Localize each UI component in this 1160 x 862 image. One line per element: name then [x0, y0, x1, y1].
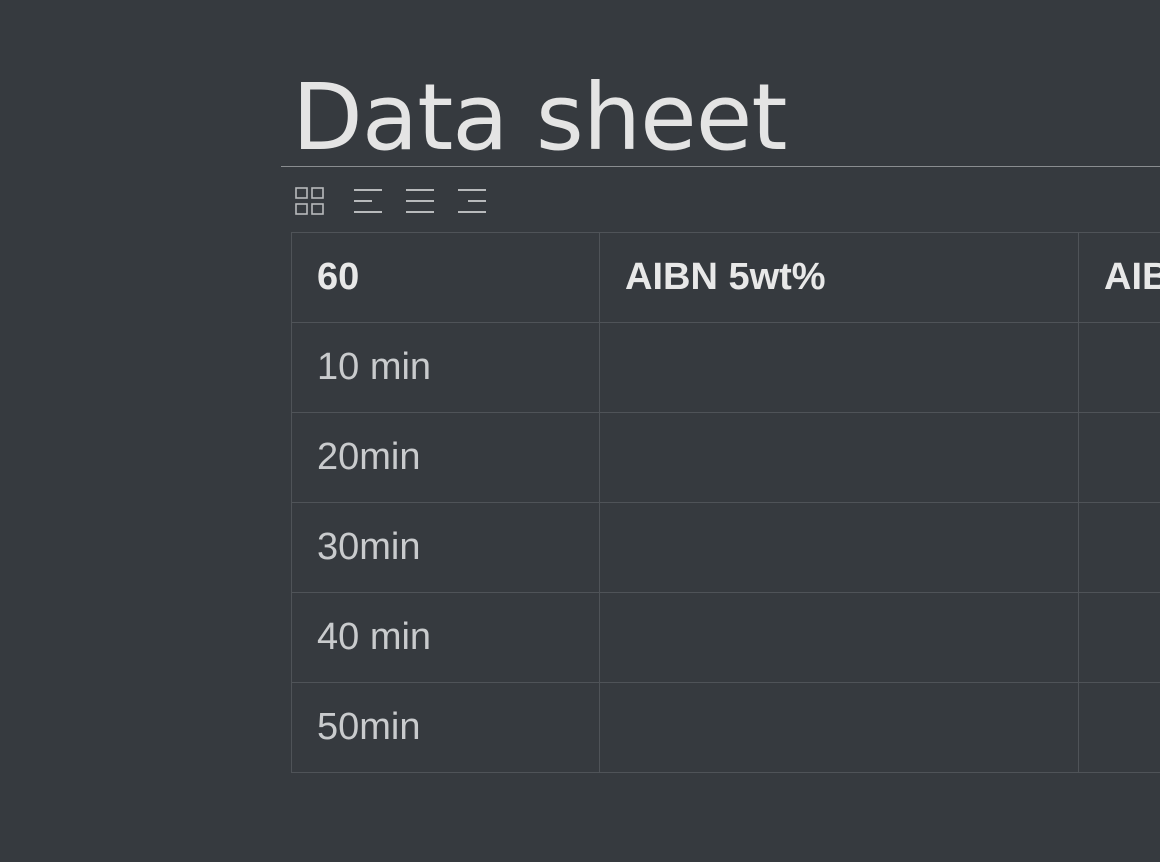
- title-divider: [281, 166, 1160, 167]
- table-cell[interactable]: [599, 682, 1079, 773]
- table-row: 30min: [291, 502, 1160, 593]
- table-cell[interactable]: [599, 502, 1079, 593]
- table-cell[interactable]: 10 min: [291, 322, 600, 413]
- table-cell[interactable]: [599, 322, 1079, 413]
- table-cell[interactable]: [1078, 412, 1160, 503]
- table-row: 10 min: [291, 322, 1160, 413]
- table-cell[interactable]: 50min: [291, 682, 600, 773]
- align-justify-icon[interactable]: [404, 186, 436, 218]
- table-cell[interactable]: 40 min: [291, 592, 600, 683]
- table-cell[interactable]: [1078, 592, 1160, 683]
- table-row: 50min: [291, 682, 1160, 773]
- table-cell[interactable]: [599, 412, 1079, 503]
- table-cell[interactable]: [599, 592, 1079, 683]
- data-table-container: 60 AIBN 5wt% AIB 10 min 20min 30min: [291, 232, 1160, 780]
- table-cell[interactable]: [1078, 322, 1160, 413]
- data-table: 60 AIBN 5wt% AIB 10 min 20min 30min: [291, 232, 1160, 773]
- table-row: 40 min: [291, 592, 1160, 683]
- table-header-cell[interactable]: AIB: [1078, 232, 1160, 323]
- table-cell[interactable]: 30min: [291, 502, 600, 593]
- table-cell[interactable]: [1078, 502, 1160, 593]
- table-header-cell[interactable]: 60: [291, 232, 600, 323]
- table-header-row: 60 AIBN 5wt% AIB: [291, 232, 1160, 323]
- table-header-cell[interactable]: AIBN 5wt%: [599, 232, 1079, 323]
- align-left-icon[interactable]: [352, 186, 384, 218]
- table-cell[interactable]: 20min: [291, 412, 600, 503]
- align-right-icon[interactable]: [456, 186, 488, 218]
- page-title[interactable]: Data sheet: [292, 68, 787, 168]
- table-cell[interactable]: [1078, 682, 1160, 773]
- table-row: 20min: [291, 412, 1160, 503]
- grid-icon[interactable]: [294, 186, 326, 218]
